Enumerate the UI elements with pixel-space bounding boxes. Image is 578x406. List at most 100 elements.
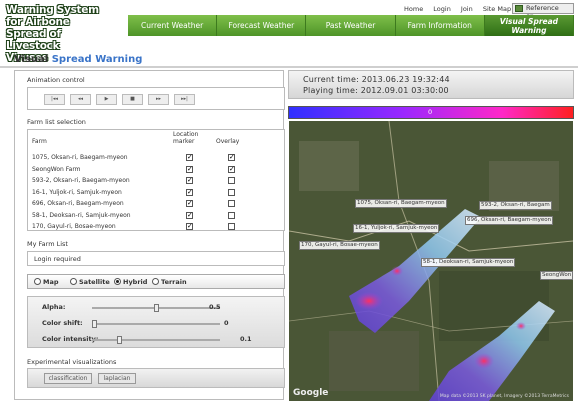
farm-name: 58-1, Deoksan-ri, Samjuk-myeon: [32, 211, 131, 219]
radio-hybrid[interactable]: [114, 278, 121, 285]
experimental-label: Experimental visualizations: [27, 358, 117, 366]
color-intensity-value: 0.1: [240, 335, 252, 343]
color-intensity-slider[interactable]: [92, 336, 220, 344]
nav-visual-spread-warning[interactable]: Visual Spread Warning: [484, 15, 575, 36]
color-intensity-slider-thumb[interactable]: [116, 336, 122, 344]
nav-farm-information[interactable]: Farm Information: [395, 15, 485, 36]
plume-hotspot: [391, 266, 403, 276]
map-label-farm-58-1[interactable]: 58-1, Deoksan-ri, Samjuk-myeon: [421, 258, 516, 267]
stop-button[interactable]: ■: [122, 94, 143, 105]
last-frame-button[interactable]: ▸▸|: [174, 94, 195, 105]
top-links: Home Login Join Site Map: [404, 5, 519, 13]
location-marker-checkbox[interactable]: ✓: [186, 211, 193, 219]
farm-row: SeongWon Farm ✓ ✓: [32, 164, 282, 175]
farm-row: 16-1, Yuljok-ri, Samjuk-myeon ✓: [32, 187, 282, 198]
overlay-checkbox[interactable]: [228, 188, 235, 196]
location-marker-checkbox[interactable]: ✓: [186, 223, 193, 230]
location-marker-checkbox[interactable]: ✓: [186, 200, 193, 207]
main-nav: Current Weather Forecast Weather Past We…: [128, 15, 575, 36]
farm-row: 696, Oksan-ri, Baegam-myeon ✓: [32, 198, 282, 209]
overlay-checkbox[interactable]: [228, 223, 235, 230]
animation-control-label: Animation control: [27, 76, 85, 84]
login-required-message: Login required: [34, 255, 81, 263]
location-marker-checkbox[interactable]: ✓: [186, 177, 193, 184]
first-frame-button[interactable]: |◂◂: [44, 94, 65, 105]
my-farm-list-label: My Farm List: [27, 240, 68, 248]
overlay-checkbox[interactable]: ✓: [228, 165, 235, 173]
nav-current-weather[interactable]: Current Weather: [128, 15, 218, 36]
satellite-map[interactable]: 1075, Oksan-ri, Baegam-myeon 593-2, Oksa…: [289, 121, 573, 401]
color-scale-bar: 0: [288, 106, 574, 119]
color-scale-value: 0: [428, 108, 433, 116]
experimental-box: classification laplacian: [27, 368, 285, 388]
visual-settings-box: Alpha: 0.5 Color shift: 0 Color intensit…: [27, 296, 285, 348]
my-farm-list-box: Login required: [27, 251, 285, 266]
terrain-patch: [329, 331, 419, 391]
alpha-slider-thumb[interactable]: [153, 304, 159, 312]
map-label-farm-16-1[interactable]: 16-1, Yuljok-ri, Samjuk-myeon: [353, 224, 440, 233]
map-label-farm-696[interactable]: 696, Oksan-ri, Baegam-myeon: [465, 216, 554, 225]
page-title-part1: Visual: [14, 54, 49, 65]
overlay-checkbox[interactable]: [228, 211, 235, 219]
farm-name: SeongWon Farm: [32, 165, 81, 173]
map-label-farm-170[interactable]: 170, Gayul-ri, Bosae-myeon: [299, 241, 380, 250]
laplacian-button[interactable]: laplacian: [98, 373, 136, 384]
location-marker-checkbox[interactable]: ✓: [186, 154, 193, 161]
reference-site-button[interactable]: Reference Site: [512, 3, 574, 21]
radio-map[interactable]: [34, 278, 41, 285]
farm-row: 1075, Oksan-ri, Baegam-myeon ✓ ✓: [32, 152, 282, 163]
page-title-part2: Spread Warning: [51, 54, 143, 65]
map-label-farm-593-2[interactable]: 593-2, Oksan-ri, Baegam: [479, 201, 552, 210]
classification-button[interactable]: classification: [44, 373, 92, 384]
nav-forecast-weather[interactable]: Forecast Weather: [217, 15, 307, 36]
plume-hotspot: [355, 292, 383, 310]
farm-column-header: Farm: [32, 138, 47, 145]
location-marker-checkbox[interactable]: ✓: [186, 188, 193, 196]
join-link[interactable]: Join: [461, 5, 473, 13]
color-shift-slider[interactable]: [92, 320, 220, 328]
reference-icon: [515, 5, 523, 12]
play-button[interactable]: ▶: [96, 94, 117, 105]
time-display: Current time: 2013.06.23 19:32:44 Playin…: [288, 70, 574, 99]
nav-past-weather[interactable]: Past Weather: [306, 15, 396, 36]
radio-terrain[interactable]: [152, 278, 159, 285]
current-time: Current time: 2013.06.23 19:32:44: [303, 75, 450, 84]
color-intensity-label: Color intensity:: [42, 335, 99, 343]
login-link[interactable]: Login: [433, 5, 451, 13]
location-column-header: Location marker: [173, 131, 199, 145]
page-title: Visual Spread Warning: [14, 54, 142, 65]
map-label-seongwon[interactable]: SeongWon: [540, 271, 573, 280]
map-label-farm-1075[interactable]: 1075, Oksan-ri, Baegam-myeon: [355, 199, 447, 208]
farm-list-label: Farm list selection: [27, 118, 86, 126]
overlay-checkbox[interactable]: [228, 177, 235, 184]
farm-name: 1075, Oksan-ri, Baegam-myeon: [32, 154, 128, 161]
farm-list-box: Farm Location marker Overlay 1075, Oksan…: [27, 129, 285, 231]
home-link[interactable]: Home: [404, 5, 423, 13]
farm-row: 170, Gayul-ri, Bosae-myeon ✓: [32, 221, 282, 232]
alpha-value: 0.5: [209, 303, 221, 311]
control-panel: Animation control |◂◂ ◂◂ ▶ ■ ▸▸ ▸▸| Farm…: [14, 70, 285, 400]
farm-name: 170, Gayul-ri, Bosae-myeon: [32, 223, 116, 230]
site-logo[interactable]: Warning System for Airbone Spread of Liv…: [3, 3, 101, 64]
radio-satellite-label: Satellite: [79, 278, 110, 286]
plume-hotspot: [516, 322, 526, 330]
plume-hotspot: [474, 353, 494, 369]
sitemap-link[interactable]: Site Map: [483, 5, 511, 13]
farm-row: 593-2, Oksan-ri, Baegam-myeon ✓: [32, 175, 282, 186]
alpha-slider[interactable]: [92, 304, 220, 312]
farm-name: 593-2, Oksan-ri, Baegam-myeon: [32, 177, 130, 184]
overlay-checkbox[interactable]: ✓: [228, 154, 235, 161]
map-copyright: Map data ©2013 SK planet, Imagery ©2013 …: [439, 394, 569, 399]
radio-terrain-label: Terrain: [161, 278, 187, 286]
farm-row: 58-1, Deoksan-ri, Samjuk-myeon ✓: [32, 210, 282, 221]
radio-satellite[interactable]: [70, 278, 77, 285]
overlay-checkbox[interactable]: [228, 200, 235, 207]
fast-forward-button[interactable]: ▸▸: [148, 94, 169, 105]
animation-control-box: |◂◂ ◂◂ ▶ ■ ▸▸ ▸▸|: [27, 87, 285, 110]
radio-hybrid-label: Hybrid: [123, 278, 148, 286]
overlay-column-header: Overlay: [216, 138, 240, 145]
rewind-button[interactable]: ◂◂: [70, 94, 91, 105]
color-shift-slider-thumb[interactable]: [92, 320, 97, 328]
location-marker-checkbox[interactable]: ✓: [186, 165, 193, 173]
farm-name: 696, Oksan-ri, Baegam-myeon: [32, 200, 124, 207]
